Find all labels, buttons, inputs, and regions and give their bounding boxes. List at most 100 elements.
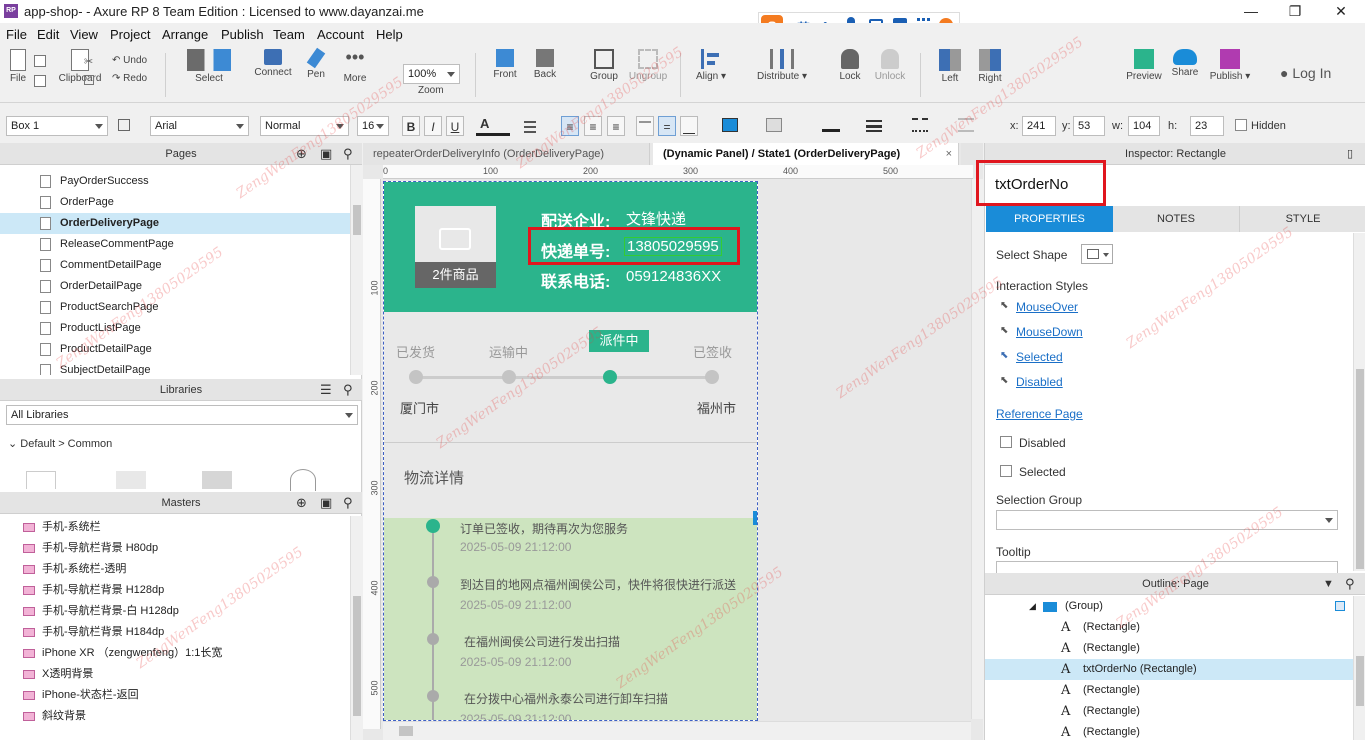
tab-dynamic-panel[interactable]: (Dynamic Panel) / State1 (OrderDeliveryP… — [653, 143, 959, 165]
disabled-checkbox[interactable] — [1000, 436, 1012, 448]
dynamic-panel-state[interactable]: 2件商品 配送企业: 文锋快递 快递单号: 13805029595 联系电话: … — [383, 181, 758, 721]
page-item[interactable]: CommentDetailPage — [0, 255, 350, 276]
selected-checkbox[interactable] — [1000, 465, 1012, 477]
group-button[interactable]: Group — [588, 49, 620, 82]
pages-scrollbar[interactable] — [350, 165, 362, 375]
menu-team[interactable]: Team — [273, 27, 305, 42]
master-item[interactable]: iPhone-状态栏-返回 — [0, 685, 350, 706]
add-folder-icon[interactable]: ▣ — [320, 143, 332, 165]
file-button[interactable]: File — [6, 49, 30, 84]
w-input[interactable]: 104 — [1128, 116, 1160, 136]
collapse-icon[interactable]: ◢ — [1029, 596, 1036, 617]
left-button[interactable]: Left — [936, 49, 964, 84]
menu-file[interactable]: File — [6, 27, 27, 42]
master-item[interactable]: 手机-系统栏-透明 — [0, 559, 350, 580]
preview-button[interactable]: Preview — [1126, 49, 1162, 82]
add-master-icon[interactable]: ⊕ — [296, 492, 307, 514]
align-right-icon[interactable]: ≡ — [607, 116, 625, 136]
connect-button[interactable]: Connect — [254, 49, 292, 78]
undo-button[interactable]: ↶ Undo — [112, 55, 147, 66]
filter-icon[interactable]: ▼ — [1323, 573, 1334, 595]
master-item[interactable]: 手机-系统栏 — [0, 517, 350, 538]
align-center-icon[interactable]: ≡ — [584, 116, 602, 136]
search-icon[interactable]: ⚲ — [343, 379, 353, 401]
tab-notes[interactable]: NOTES — [1113, 206, 1239, 232]
underline-button[interactable]: U — [446, 116, 464, 136]
search-icon[interactable]: ⚲ — [343, 143, 353, 165]
share-button[interactable]: Share — [1170, 49, 1200, 78]
arrow-style-icon[interactable] — [958, 118, 974, 132]
minimize-icon[interactable]: — — [1228, 0, 1274, 23]
valign-top-icon[interactable]: ⎺ — [636, 116, 654, 136]
menu-project[interactable]: Project — [110, 27, 150, 42]
master-item[interactable]: 斜纹背景 — [0, 706, 350, 727]
master-item[interactable]: X透明背景 — [0, 664, 350, 685]
canvas-hscrollbar[interactable] — [383, 721, 971, 740]
align-button[interactable]: Align ▾ — [694, 49, 728, 82]
italic-button[interactable]: I — [424, 116, 442, 136]
shadow-icon[interactable] — [766, 118, 782, 132]
menu-account[interactable]: Account — [317, 27, 364, 42]
front-button[interactable]: Front — [490, 49, 520, 80]
distribute-button[interactable]: Distribute ▾ — [756, 49, 808, 82]
save-icon[interactable] — [34, 55, 46, 67]
box-widget[interactable] — [26, 471, 56, 489]
align-left-icon[interactable]: ≡ — [561, 116, 579, 136]
logistics-list[interactable]: 订单已签收，期待再次为您服务 2025-05-09 21:12:00 到达目的地… — [384, 518, 757, 720]
login-button[interactable]: ● Log In — [1280, 65, 1331, 81]
more-button[interactable]: ••• More — [340, 48, 370, 84]
visibility-icon[interactable] — [1335, 601, 1345, 611]
menu-arrange[interactable]: Arrange — [162, 27, 208, 42]
clipboard-button[interactable]: Clipboard — [58, 49, 102, 84]
print-icon[interactable] — [34, 75, 46, 87]
font-family-select[interactable]: Arial — [150, 116, 249, 136]
format-painter-icon[interactable] — [118, 119, 130, 131]
library-select[interactable]: All Libraries — [6, 405, 358, 425]
menu-publish[interactable]: Publish — [221, 27, 264, 42]
pen-button[interactable]: Pen — [304, 47, 328, 80]
page-item[interactable]: PayOrderSuccess — [0, 171, 350, 192]
close-icon[interactable]: ✕ — [1318, 0, 1364, 23]
select-shape-button[interactable] — [1081, 244, 1113, 264]
master-item[interactable]: 手机-导航栏背景 H184dp — [0, 622, 350, 643]
x-input[interactable]: 241 — [1022, 116, 1056, 136]
outline-item[interactable]: A (Rectangle) — [985, 701, 1353, 722]
tab-style[interactable]: STYLE — [1239, 206, 1365, 232]
outline-item-selected[interactable]: AtxtOrderNo (Rectangle) — [985, 659, 1353, 680]
repeater-badge[interactable]: 1 — [753, 511, 757, 525]
unlock-button[interactable]: Unlock — [874, 49, 906, 82]
selection-group-select[interactable] — [996, 510, 1338, 530]
inspector-scrollbar[interactable] — [1353, 233, 1365, 571]
search-icon[interactable]: ⚲ — [343, 492, 353, 514]
mousedown-link[interactable]: MouseDown — [1016, 325, 1083, 339]
master-item[interactable]: 手机-导航栏背景 H128dp — [0, 580, 350, 601]
outline-item[interactable]: A (Rectangle) — [985, 722, 1353, 740]
outline-scrollbar[interactable] — [1353, 596, 1365, 740]
page-item[interactable]: OrderDetailPage — [0, 276, 350, 297]
page-item[interactable]: OrderPage — [0, 192, 350, 213]
add-folder-icon[interactable]: ▣ — [320, 492, 332, 514]
canvas-vscrollbar[interactable] — [971, 179, 983, 719]
add-page-icon[interactable]: ⊕ — [296, 143, 307, 165]
redo-button[interactable]: ↷ Redo — [112, 73, 147, 84]
lock-button[interactable]: Lock — [836, 49, 864, 82]
page-item[interactable]: SubjectDetailPage — [0, 360, 350, 375]
shape-name-input[interactable]: txtOrderNo — [995, 176, 1068, 193]
image-widget[interactable] — [202, 471, 232, 489]
back-button[interactable]: Back — [530, 49, 560, 80]
placeholder-widget[interactable] — [116, 471, 146, 489]
outline-group-row[interactable]: ◢ (Group) — [985, 596, 1353, 617]
tab-properties[interactable]: PROPERTIES — [986, 206, 1113, 232]
font-weight-select[interactable]: Normal — [260, 116, 349, 136]
selected-link[interactable]: Selected — [1016, 350, 1063, 364]
menu-view[interactable]: View — [70, 27, 98, 42]
master-item[interactable]: 手机-导航栏背景-白 H128dp — [0, 601, 350, 622]
notes-page-icon[interactable]: ▯ — [1347, 143, 1353, 165]
select-button[interactable]: Select — [180, 49, 238, 84]
reference-page-link[interactable]: Reference Page — [996, 407, 1083, 421]
tooltip-input[interactable] — [996, 561, 1338, 573]
restore-icon[interactable]: ❐ — [1272, 0, 1318, 23]
line-weight-icon[interactable] — [866, 118, 882, 132]
menu-icon[interactable]: ☰ — [320, 379, 332, 401]
ungroup-button[interactable]: Ungroup — [627, 49, 669, 82]
